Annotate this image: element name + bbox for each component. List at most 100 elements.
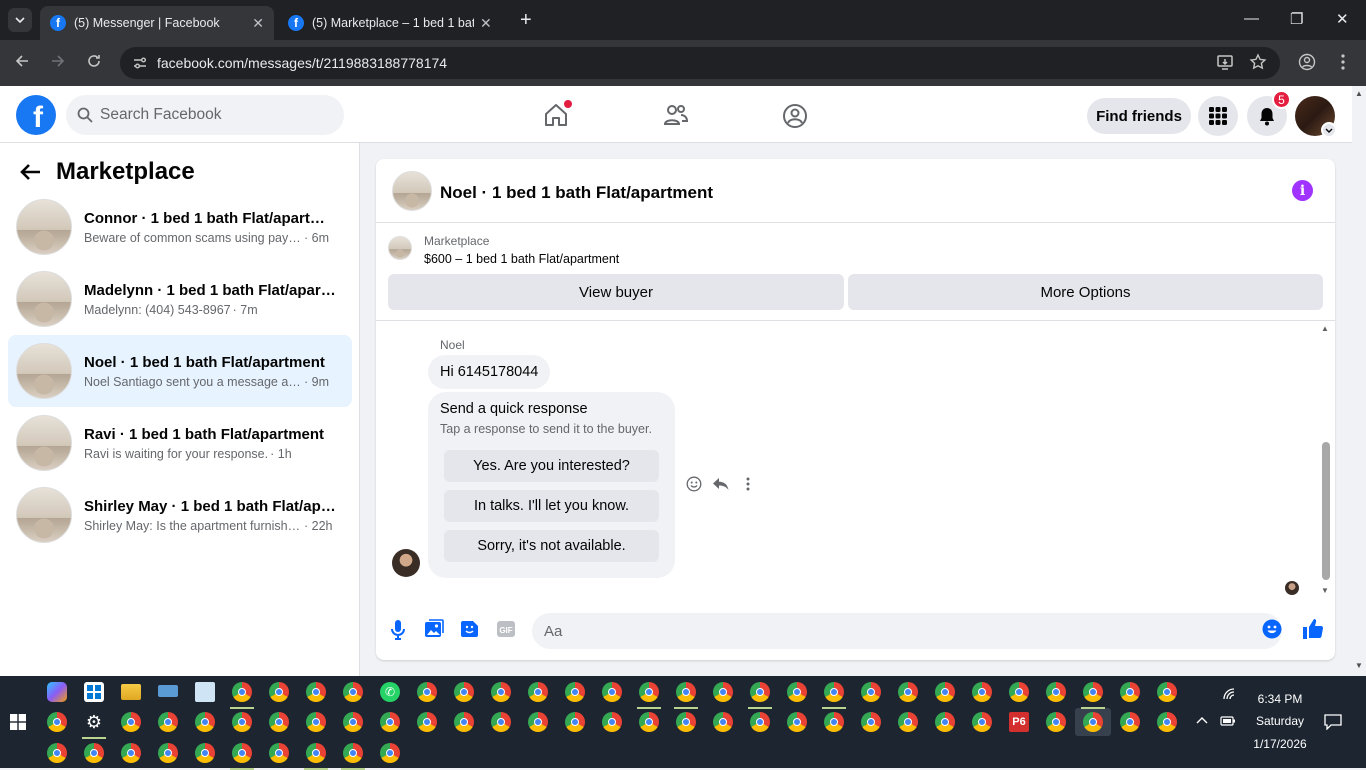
- install-app-icon[interactable]: [1216, 53, 1234, 71]
- restore-button[interactable]: ❐: [1290, 10, 1303, 28]
- chrome-icon[interactable]: [898, 712, 918, 732]
- scrollbar-thumb[interactable]: [1322, 442, 1330, 580]
- chrome-icon[interactable]: [674, 682, 698, 709]
- whatsapp-icon[interactable]: ✆: [380, 682, 400, 702]
- chrome-icon[interactable]: [787, 712, 807, 732]
- chrome-icon[interactable]: [528, 712, 548, 732]
- conversation-item[interactable]: Madelynn · 1 bed 1 bath Flat/apartment M…: [8, 263, 352, 335]
- chrome-icon[interactable]: [1081, 682, 1105, 709]
- friends-nav-button[interactable]: [663, 103, 689, 127]
- sender-avatar[interactable]: [392, 549, 420, 577]
- more-options-button[interactable]: More Options: [848, 274, 1323, 310]
- chrome-icon[interactable]: [454, 682, 474, 702]
- gif-icon[interactable]: GIF: [496, 619, 516, 639]
- chrome-icon[interactable]: [306, 682, 326, 702]
- chrome-icon[interactable]: [972, 712, 992, 732]
- file-explorer-icon[interactable]: [121, 684, 141, 700]
- chrome-icon[interactable]: [491, 682, 511, 702]
- emoji-picker-icon[interactable]: [1262, 619, 1282, 639]
- chrome-icon[interactable]: [935, 712, 955, 732]
- chrome-icon[interactable]: [1157, 682, 1177, 702]
- bookmark-star-icon[interactable]: [1249, 53, 1267, 71]
- chrome-icon[interactable]: [748, 682, 772, 709]
- chrome-icon[interactable]: [1157, 712, 1177, 732]
- chrome-icon[interactable]: [158, 743, 178, 763]
- keyboard-icon[interactable]: [158, 685, 178, 697]
- chrome-icon[interactable]: [822, 682, 846, 709]
- windows-start-icon[interactable]: [10, 714, 26, 730]
- chrome-icon[interactable]: [602, 682, 622, 702]
- emoji-react-icon[interactable]: [686, 476, 702, 492]
- facebook-logo-icon[interactable]: f: [16, 95, 56, 135]
- conversation-item[interactable]: Ravi · 1 bed 1 bath Flat/apartment Ravi …: [8, 407, 352, 479]
- chrome-icon[interactable]: [637, 682, 661, 709]
- chrome-icon[interactable]: [639, 712, 659, 732]
- find-friends-button[interactable]: Find friends: [1087, 98, 1191, 134]
- clock-day[interactable]: Saturday: [1248, 714, 1312, 728]
- chrome-icon[interactable]: [787, 682, 807, 702]
- back-button[interactable]: [14, 53, 30, 69]
- forward-button[interactable]: [50, 53, 66, 69]
- chat-title[interactable]: Noel · 1 bed 1 bath Flat/apartment: [440, 183, 713, 203]
- reload-button[interactable]: [86, 53, 102, 69]
- more-vertical-icon[interactable]: [740, 476, 756, 492]
- chrome-icon[interactable]: [343, 712, 363, 732]
- chrome-icon[interactable]: [417, 682, 437, 702]
- store-icon[interactable]: [84, 682, 104, 702]
- conversation-item-selected[interactable]: Noel · 1 bed 1 bath Flat/apartment Noel …: [8, 335, 352, 407]
- quick-reply-button[interactable]: In talks. I'll let you know.: [444, 490, 659, 522]
- close-tab-icon[interactable]: ✕: [252, 15, 264, 32]
- account-avatar[interactable]: [1295, 96, 1337, 138]
- battery-icon[interactable]: [1220, 716, 1236, 726]
- p6-app-icon[interactable]: P6: [1009, 712, 1029, 732]
- chrome-icon[interactable]: [269, 743, 289, 763]
- chrome-icon[interactable]: [47, 743, 67, 763]
- info-icon[interactable]: i: [1292, 180, 1313, 201]
- minimize-button[interactable]: —: [1244, 10, 1259, 27]
- scroll-down-icon[interactable]: ▼: [1321, 586, 1329, 595]
- chrome-icon[interactable]: [676, 712, 696, 732]
- sticker-icon[interactable]: [460, 619, 480, 639]
- copilot-icon[interactable]: [47, 682, 67, 702]
- chrome-icon[interactable]: [380, 712, 400, 732]
- chrome-icon[interactable]: [380, 743, 400, 763]
- notepad-icon[interactable]: [195, 682, 215, 702]
- chrome-icon[interactable]: [861, 712, 881, 732]
- search-input[interactable]: Search Facebook: [66, 95, 344, 135]
- thread-scrollbar[interactable]: ▲ ▼: [1321, 322, 1331, 600]
- site-info-icon[interactable]: [132, 55, 148, 71]
- quick-reply-button[interactable]: Sorry, it's not available.: [444, 530, 659, 562]
- view-buyer-button[interactable]: View buyer: [388, 274, 844, 310]
- wifi-icon[interactable]: [1222, 688, 1236, 700]
- chrome-icon[interactable]: [417, 712, 437, 732]
- new-tab-button[interactable]: +: [520, 9, 532, 32]
- thumbs-up-icon[interactable]: [1301, 617, 1325, 641]
- close-window-button[interactable]: ✕: [1336, 10, 1349, 28]
- chrome-icon[interactable]: [121, 712, 141, 732]
- chrome-icon[interactable]: [84, 743, 104, 763]
- chrome-icon[interactable]: [1083, 712, 1103, 732]
- chrome-icon[interactable]: [713, 682, 733, 702]
- chrome-icon[interactable]: [861, 682, 881, 702]
- clock-time[interactable]: 6:34 PM: [1248, 692, 1312, 706]
- chrome-icon[interactable]: [602, 712, 622, 732]
- chrome-icon[interactable]: [898, 682, 918, 702]
- page-scrollbar[interactable]: ▲ ▼: [1352, 86, 1366, 676]
- scroll-down-icon[interactable]: ▼: [1355, 661, 1363, 670]
- chrome-icon[interactable]: [1046, 682, 1066, 702]
- chrome-icon[interactable]: [306, 712, 326, 732]
- chrome-icon[interactable]: [269, 682, 289, 702]
- chrome-icon[interactable]: [750, 712, 770, 732]
- chrome-icon[interactable]: [824, 712, 844, 732]
- scroll-up-icon[interactable]: ▲: [1321, 324, 1329, 333]
- profile-icon[interactable]: [1298, 53, 1316, 71]
- chrome-icon[interactable]: [269, 712, 289, 732]
- reply-icon[interactable]: [712, 476, 730, 492]
- photo-icon[interactable]: [424, 619, 444, 639]
- chrome-icon[interactable]: [565, 712, 585, 732]
- chrome-icon[interactable]: [713, 712, 733, 732]
- quick-reply-button[interactable]: Yes. Are you interested?: [444, 450, 659, 482]
- chrome-icon[interactable]: [195, 743, 215, 763]
- chrome-icon[interactable]: [195, 712, 215, 732]
- chrome-icon[interactable]: [304, 743, 328, 770]
